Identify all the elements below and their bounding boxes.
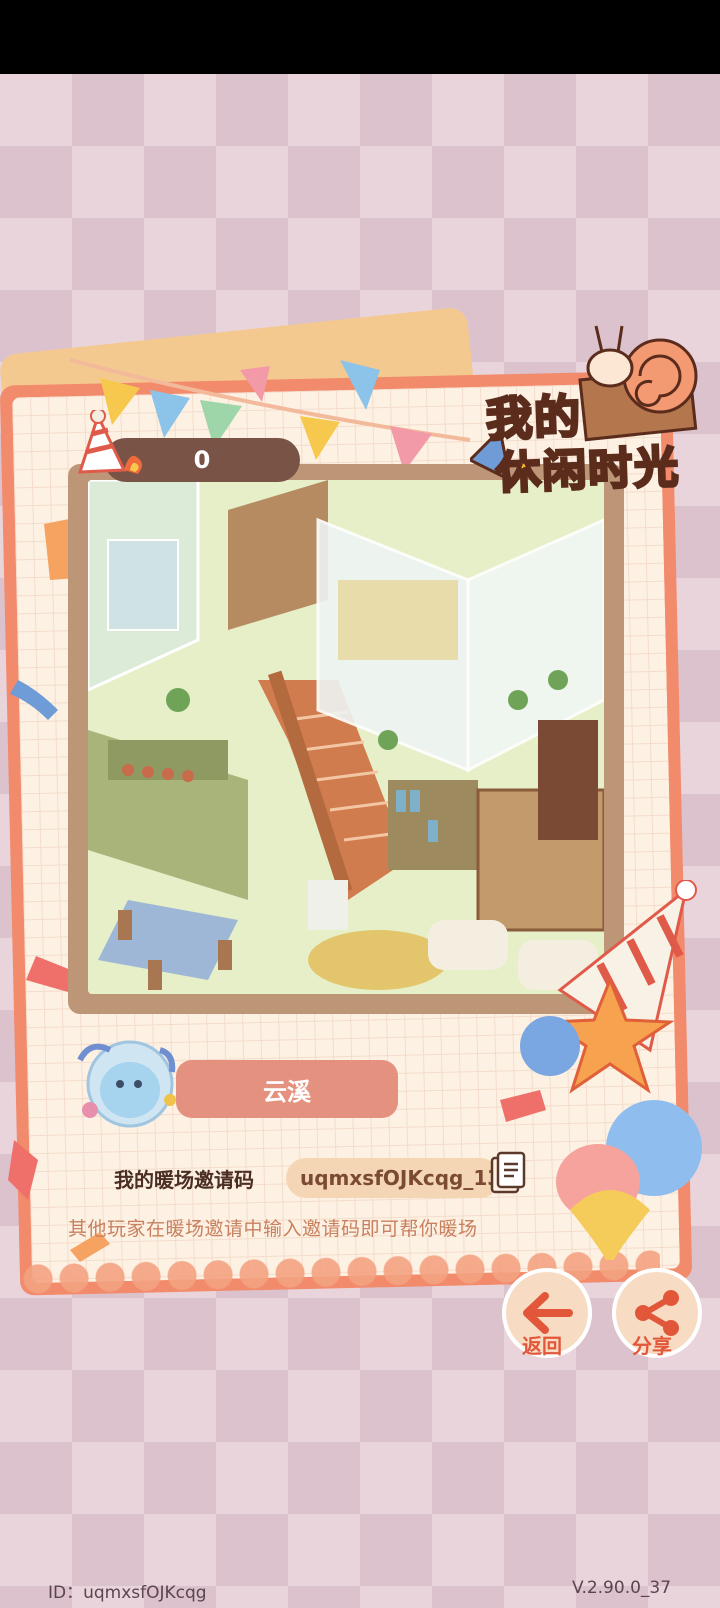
back-button-label[interactable]: 返回 (522, 1330, 562, 1359)
status-bar (0, 0, 720, 74)
invite-code-value: uqmxsfOJKcqg_13 (300, 1166, 502, 1190)
invite-code-field[interactable]: uqmxsfOJKcqg_13 (286, 1158, 502, 1198)
player-id-text: ID：uqmxsfOJKcqg (48, 1583, 207, 1603)
version-text: V.2.90.0_37 (572, 1578, 672, 1598)
invite-code-label: 我的暖场邀请码 (114, 1168, 254, 1192)
avatar[interactable] (70, 1030, 182, 1130)
score-value: 0 (193, 446, 211, 474)
logo-title-line2: 休闲时光 (494, 440, 683, 500)
player-name: 云溪 (263, 1077, 311, 1106)
invite-hint-text: 其他玩家在暖场邀请中输入邀请码即可帮你暖场 (68, 1218, 478, 1240)
balloons-decoration (520, 880, 702, 1260)
share-button-label[interactable]: 分享 (632, 1330, 672, 1359)
player-name-pill: 云溪 (176, 1060, 398, 1118)
party-hat-icon (77, 410, 142, 474)
